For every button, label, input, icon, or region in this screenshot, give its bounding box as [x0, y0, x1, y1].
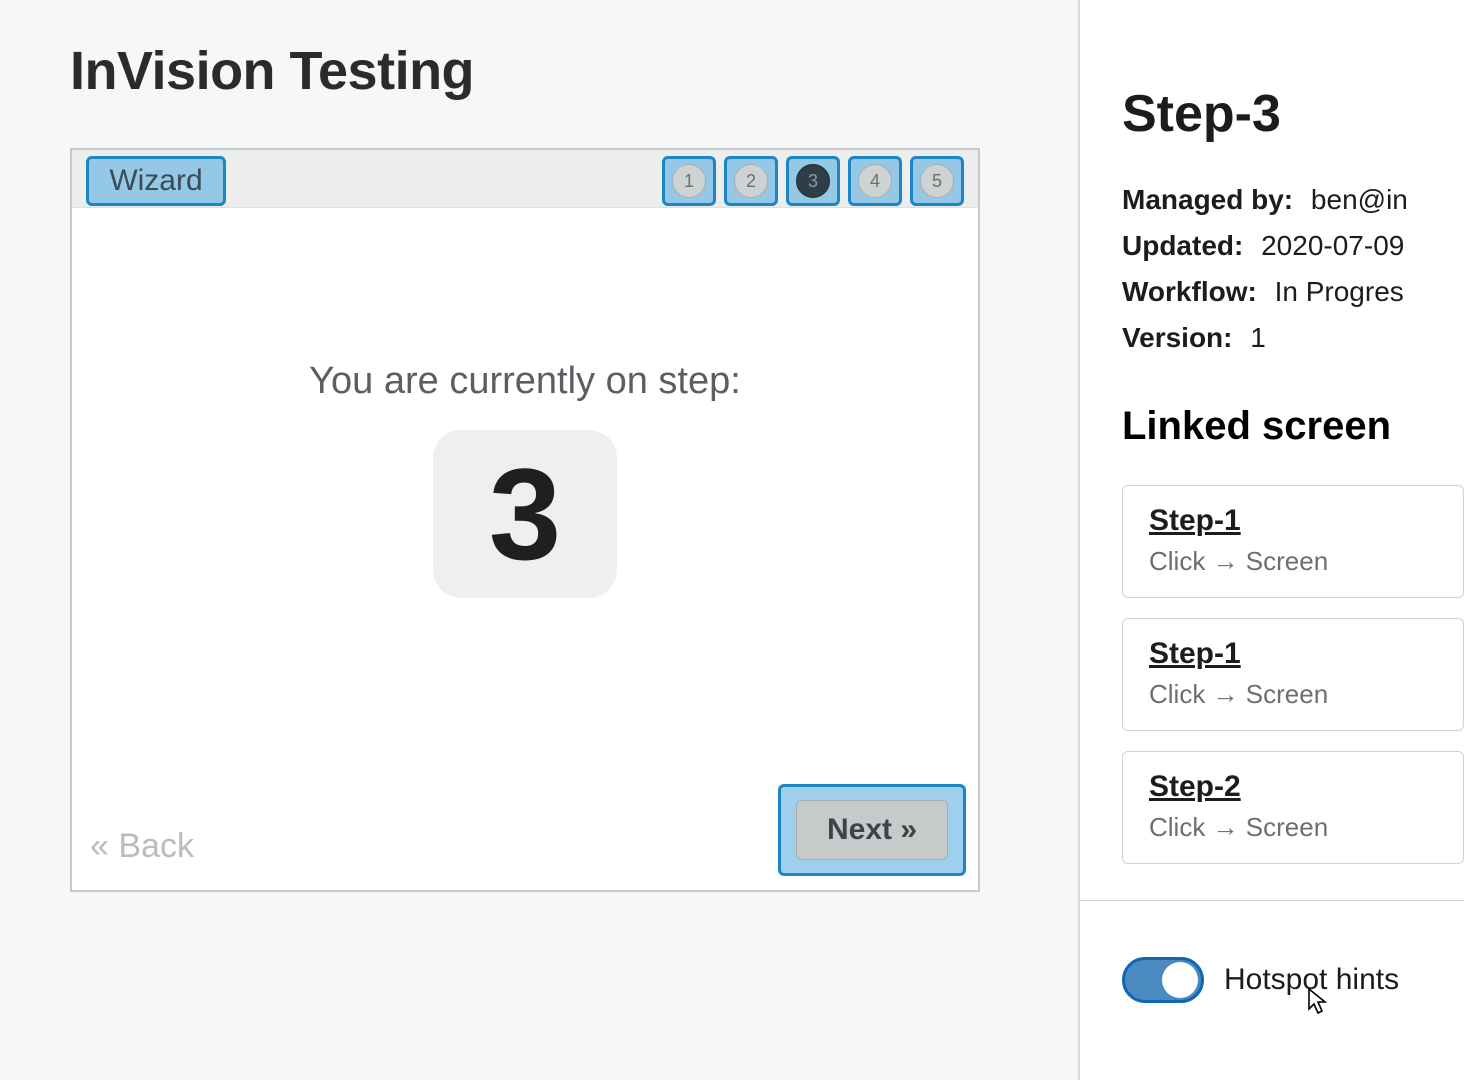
- meta-label: Version:: [1122, 322, 1232, 353]
- linked-screen-name: Step-2: [1149, 770, 1437, 804]
- step-dot: 5: [920, 164, 954, 198]
- meta-version: Version: 1: [1122, 322, 1464, 354]
- wizard-label: Wizard: [109, 164, 202, 198]
- details-panel: Step-3 Managed by: ben@in Updated: 2020-…: [1080, 0, 1464, 1080]
- hotspot-wizard[interactable]: Wizard: [86, 156, 226, 206]
- meta-label: Workflow:: [1122, 276, 1257, 307]
- step-dot: 4: [858, 164, 892, 198]
- hotspot-step-3[interactable]: 3: [786, 156, 840, 206]
- meta-value: 1: [1250, 322, 1266, 353]
- meta-value: ben@in: [1311, 184, 1408, 215]
- meta-value: In Progres: [1275, 276, 1404, 307]
- back-button[interactable]: « Back: [90, 827, 194, 866]
- linked-screen-action: Click → Screen: [1149, 679, 1437, 710]
- page-title: InVision Testing: [70, 40, 474, 102]
- current-step-caption: You are currently on step:: [72, 360, 978, 403]
- hotspot-step-1[interactable]: 1: [662, 156, 716, 206]
- current-step-number: 3: [433, 430, 617, 598]
- meta-updated: Updated: 2020-07-09: [1122, 230, 1464, 262]
- screen-canvas: Wizard 1 2 3 4 5 You are currently on st…: [70, 148, 980, 892]
- hotspot-hints-bar: Hotspot hints: [1080, 900, 1464, 1080]
- meta-managed-by: Managed by: ben@in: [1122, 184, 1464, 216]
- hotspot-hints-toggle[interactable]: [1122, 957, 1204, 1003]
- step-dots: 1 2 3 4 5: [662, 156, 964, 206]
- linked-screen-name: Step-1: [1149, 637, 1437, 671]
- linked-screen-action: Click → Screen: [1149, 546, 1437, 577]
- linked-screen-card[interactable]: Step-1 Click → Screen: [1122, 618, 1464, 731]
- screen-name-heading: Step-3: [1122, 84, 1464, 144]
- meta-label: Updated:: [1122, 230, 1243, 261]
- hotspot-next[interactable]: Next »: [778, 784, 966, 876]
- linked-screen-name: Step-1: [1149, 504, 1437, 538]
- prototype-preview-pane: InVision Testing Wizard 1 2 3 4 5 You ar…: [0, 0, 1080, 1080]
- meta-workflow: Workflow: In Progres: [1122, 276, 1464, 308]
- step-dot: 2: [734, 164, 768, 198]
- meta-value: 2020-07-09: [1261, 230, 1404, 261]
- hotspot-hints-label: Hotspot hints: [1224, 957, 1399, 1003]
- linked-screen-action: Click → Screen: [1149, 812, 1437, 843]
- hotspot-step-4[interactable]: 4: [848, 156, 902, 206]
- toggle-knob: [1162, 962, 1198, 998]
- next-button: Next »: [796, 800, 948, 860]
- linked-screens-list: Step-1 Click → Screen Step-1 Click → Scr…: [1122, 485, 1464, 864]
- meta-label: Managed by:: [1122, 184, 1293, 215]
- screen-topbar: Wizard 1 2 3 4 5: [72, 150, 978, 208]
- step-dot-current: 3: [796, 164, 830, 198]
- step-dot: 1: [672, 164, 706, 198]
- linked-screen-card[interactable]: Step-1 Click → Screen: [1122, 485, 1464, 598]
- linked-screens-heading: Linked screen: [1122, 404, 1464, 449]
- hotspot-step-5[interactable]: 5: [910, 156, 964, 206]
- linked-screen-card[interactable]: Step-2 Click → Screen: [1122, 751, 1464, 864]
- hotspot-step-2[interactable]: 2: [724, 156, 778, 206]
